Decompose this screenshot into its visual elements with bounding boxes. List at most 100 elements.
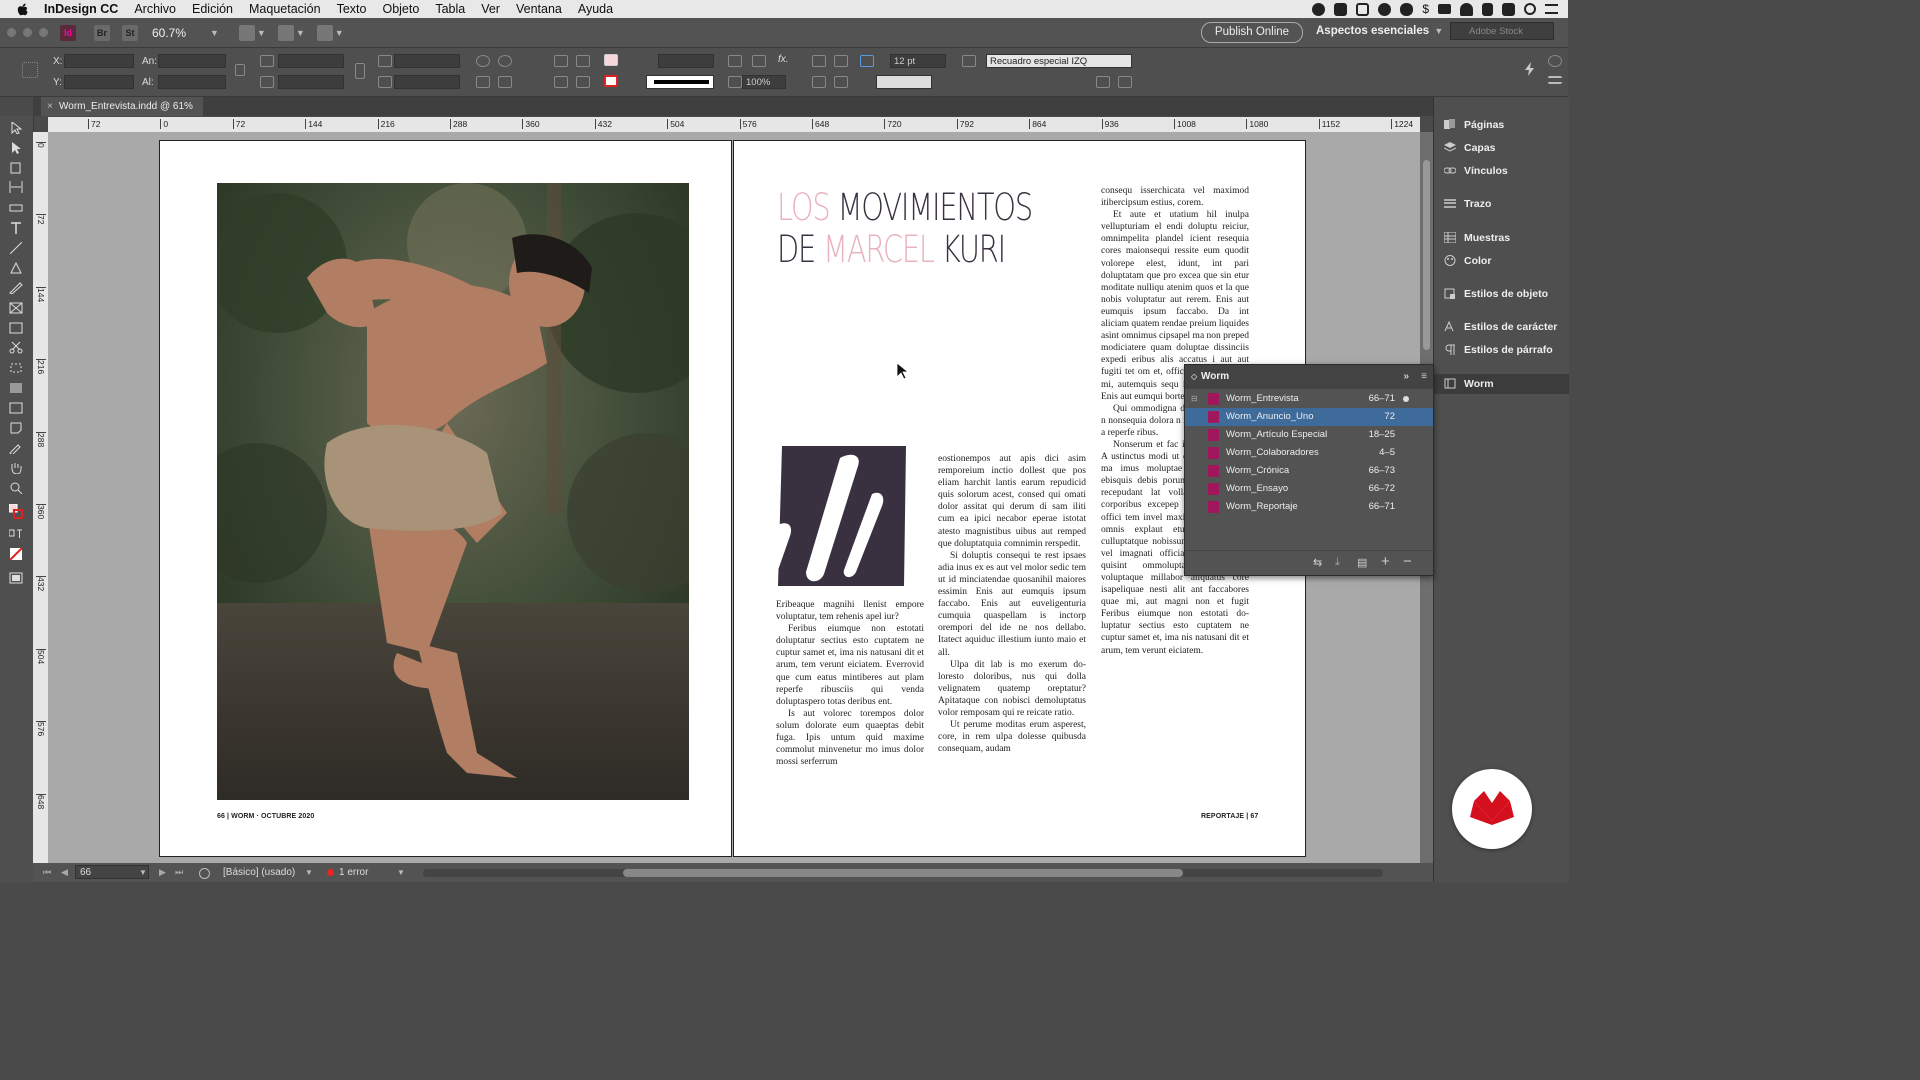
menu-app-name[interactable]: InDesign CC — [44, 2, 118, 16]
menu-tabla[interactable]: Tabla — [435, 2, 465, 16]
opacity-field[interactable]: 100% — [742, 75, 786, 89]
fill-stroke-swatch-icon[interactable] — [8, 503, 23, 520]
app-tray-icon[interactable] — [1334, 2, 1348, 16]
style-source-icon[interactable]: ⊟ — [1191, 390, 1198, 408]
rotate-cw-icon[interactable] — [476, 55, 490, 67]
pencil-tool-icon[interactable] — [9, 282, 23, 295]
add-document-icon[interactable]: + — [1381, 553, 1390, 570]
menu-ventana[interactable]: Ventana — [516, 2, 562, 16]
apply-none-icon[interactable] — [9, 547, 23, 561]
screen-mode-icon[interactable] — [277, 24, 294, 41]
user-icon[interactable] — [1502, 2, 1515, 16]
dollar-icon[interactable]: $ — [1422, 2, 1429, 16]
close-tab-icon[interactable]: × — [47, 97, 53, 116]
stroke-weight-dropdown[interactable] — [658, 54, 714, 68]
select-container-icon[interactable] — [554, 55, 568, 67]
line-tool-icon[interactable] — [9, 241, 23, 255]
panel-estilos-parrafo[interactable]: Estilos de párrafo — [1434, 340, 1569, 360]
note-tool-icon[interactable] — [9, 422, 23, 434]
screen-mode-dropdown-icon[interactable]: ▼ — [296, 28, 305, 38]
book-row-colaboradores[interactable]: Worm_Colaboradores 4–5 — [1185, 444, 1433, 462]
align-top-icon[interactable] — [812, 76, 826, 88]
constrain-proportions-icon[interactable] — [235, 64, 245, 76]
menu-maquetacion[interactable]: Maquetación — [249, 2, 321, 16]
horizontal-ruler[interactable]: 72 0 72 144 216 288 360 432 504 576 648 720 792 864 93… — [48, 117, 1420, 133]
synchronize-styles-icon[interactable]: ⇆ — [1313, 556, 1322, 569]
rectangle-tool-icon[interactable] — [9, 322, 23, 334]
clear-overrides-icon[interactable] — [1096, 76, 1110, 88]
error-count[interactable]: 1 error — [339, 863, 368, 882]
profile-dropdown-icon[interactable]: ▼ — [305, 863, 313, 882]
auto-fit-icon[interactable] — [860, 55, 874, 67]
type-tool-icon[interactable] — [9, 222, 23, 234]
remove-document-icon[interactable]: − — [1403, 553, 1412, 570]
zoom-dropdown-icon[interactable]: ▼ — [210, 28, 219, 38]
opacity-icon[interactable] — [728, 76, 742, 88]
scissors-tool-icon[interactable] — [9, 341, 23, 354]
panel-trazo[interactable]: Trazo — [1434, 194, 1569, 214]
view-options-dropdown-icon[interactable]: ▼ — [257, 28, 266, 38]
arrange-documents-icon[interactable] — [316, 24, 333, 41]
object-style-icon[interactable] — [962, 55, 976, 67]
rotate-ccw-icon[interactable] — [498, 55, 512, 67]
scale-x-icon[interactable] — [260, 55, 274, 67]
preflight-profile[interactable]: [Básico] (usado) — [223, 863, 295, 882]
book-collapse-icon[interactable]: ◇ — [1191, 365, 1197, 389]
first-page-icon[interactable]: ⏮ — [43, 863, 51, 882]
rectangle-frame-tool-icon[interactable] — [9, 302, 23, 314]
scale-y-field[interactable] — [278, 75, 344, 89]
scale-x-field[interactable] — [278, 54, 344, 68]
previous-page-icon[interactable]: ◀ — [61, 863, 68, 882]
volume-icon[interactable] — [1482, 2, 1493, 16]
menu-objeto[interactable]: Objeto — [382, 2, 419, 16]
menu-texto[interactable]: Texto — [337, 2, 367, 16]
link-scale-icon[interactable] — [355, 63, 365, 79]
stroke-color-field[interactable] — [876, 75, 932, 89]
maximize-window-icon[interactable] — [39, 28, 48, 37]
article-headline[interactable]: LOS MOVIMIENTOS DE MARCEL KURI — [777, 187, 1033, 271]
record-icon[interactable] — [1312, 2, 1326, 16]
menu-edicion[interactable]: Edición — [192, 2, 233, 16]
fill-swatch[interactable] — [604, 54, 618, 66]
book-panel-header[interactable]: ◇ Worm » ≡ — [1185, 365, 1433, 389]
book-row-anuncio-uno[interactable]: Worm_Anuncio_Uno 72 — [1185, 408, 1433, 426]
book-row-reportaje[interactable]: Worm_Reportaje 66–71 — [1185, 498, 1433, 516]
dropcap-z[interactable]: Z — [776, 446, 908, 587]
book-row-entrevista[interactable]: ⊟ Worm_Entrevista 66–71 — [1185, 390, 1433, 408]
text-wrap-none-icon[interactable] — [812, 55, 826, 67]
panel-vinculos[interactable]: Vínculos — [1434, 161, 1569, 181]
select-next-icon[interactable] — [576, 76, 590, 88]
gradient-feather-tool-icon[interactable] — [9, 402, 23, 414]
display-icon[interactable] — [1438, 4, 1451, 14]
flip-vertical-icon[interactable] — [498, 76, 512, 88]
zoom-tool-icon[interactable] — [9, 482, 23, 495]
book-row-cronica[interactable]: Worm_Crónica 66–73 — [1185, 462, 1433, 480]
page-tool-icon[interactable] — [9, 162, 23, 174]
book-panel-collapse-arrows-icon[interactable]: » — [1403, 365, 1409, 389]
book-row-articulo-especial[interactable]: Worm_Artículo Especial 18–25 — [1185, 426, 1433, 444]
arrange-documents-dropdown-icon[interactable]: ▼ — [335, 28, 344, 38]
direct-selection-tool-icon[interactable] — [9, 142, 23, 154]
dancer-photo[interactable] — [217, 183, 689, 800]
content-collector-icon[interactable] — [9, 200, 23, 212]
vertical-scroll-thumb[interactable] — [1423, 160, 1430, 350]
horizontal-scrollbar[interactable] — [423, 869, 1383, 877]
align-center-icon[interactable] — [834, 76, 848, 88]
panel-muestras[interactable]: Muestras — [1434, 228, 1569, 248]
close-window-icon[interactable] — [7, 28, 16, 37]
height-field[interactable] — [158, 75, 226, 89]
minimize-window-icon[interactable] — [23, 28, 32, 37]
drop-shadow-icon[interactable] — [752, 55, 766, 67]
last-page-icon[interactable]: ⏭ — [175, 863, 183, 882]
rotate-angle-icon[interactable] — [378, 55, 392, 67]
panel-color[interactable]: Color — [1434, 251, 1569, 271]
error-dropdown-icon[interactable]: ▼ — [397, 863, 405, 882]
panel-estilos-objeto[interactable]: Estilos de objeto — [1434, 284, 1569, 304]
vertical-ruler[interactable]: 0 72 144 216 288 360 432 504 576 648 — [33, 132, 49, 863]
formatting-affects-text-icon[interactable] — [8, 528, 23, 540]
control-settings-icon[interactable] — [1548, 55, 1562, 67]
panel-capas[interactable]: Capas — [1434, 138, 1569, 158]
panel-estilos-caracter[interactable]: Estilos de carácter — [1434, 317, 1569, 337]
bridge-button[interactable]: Br — [94, 24, 110, 41]
screen-mode-icon[interactable] — [9, 572, 23, 584]
